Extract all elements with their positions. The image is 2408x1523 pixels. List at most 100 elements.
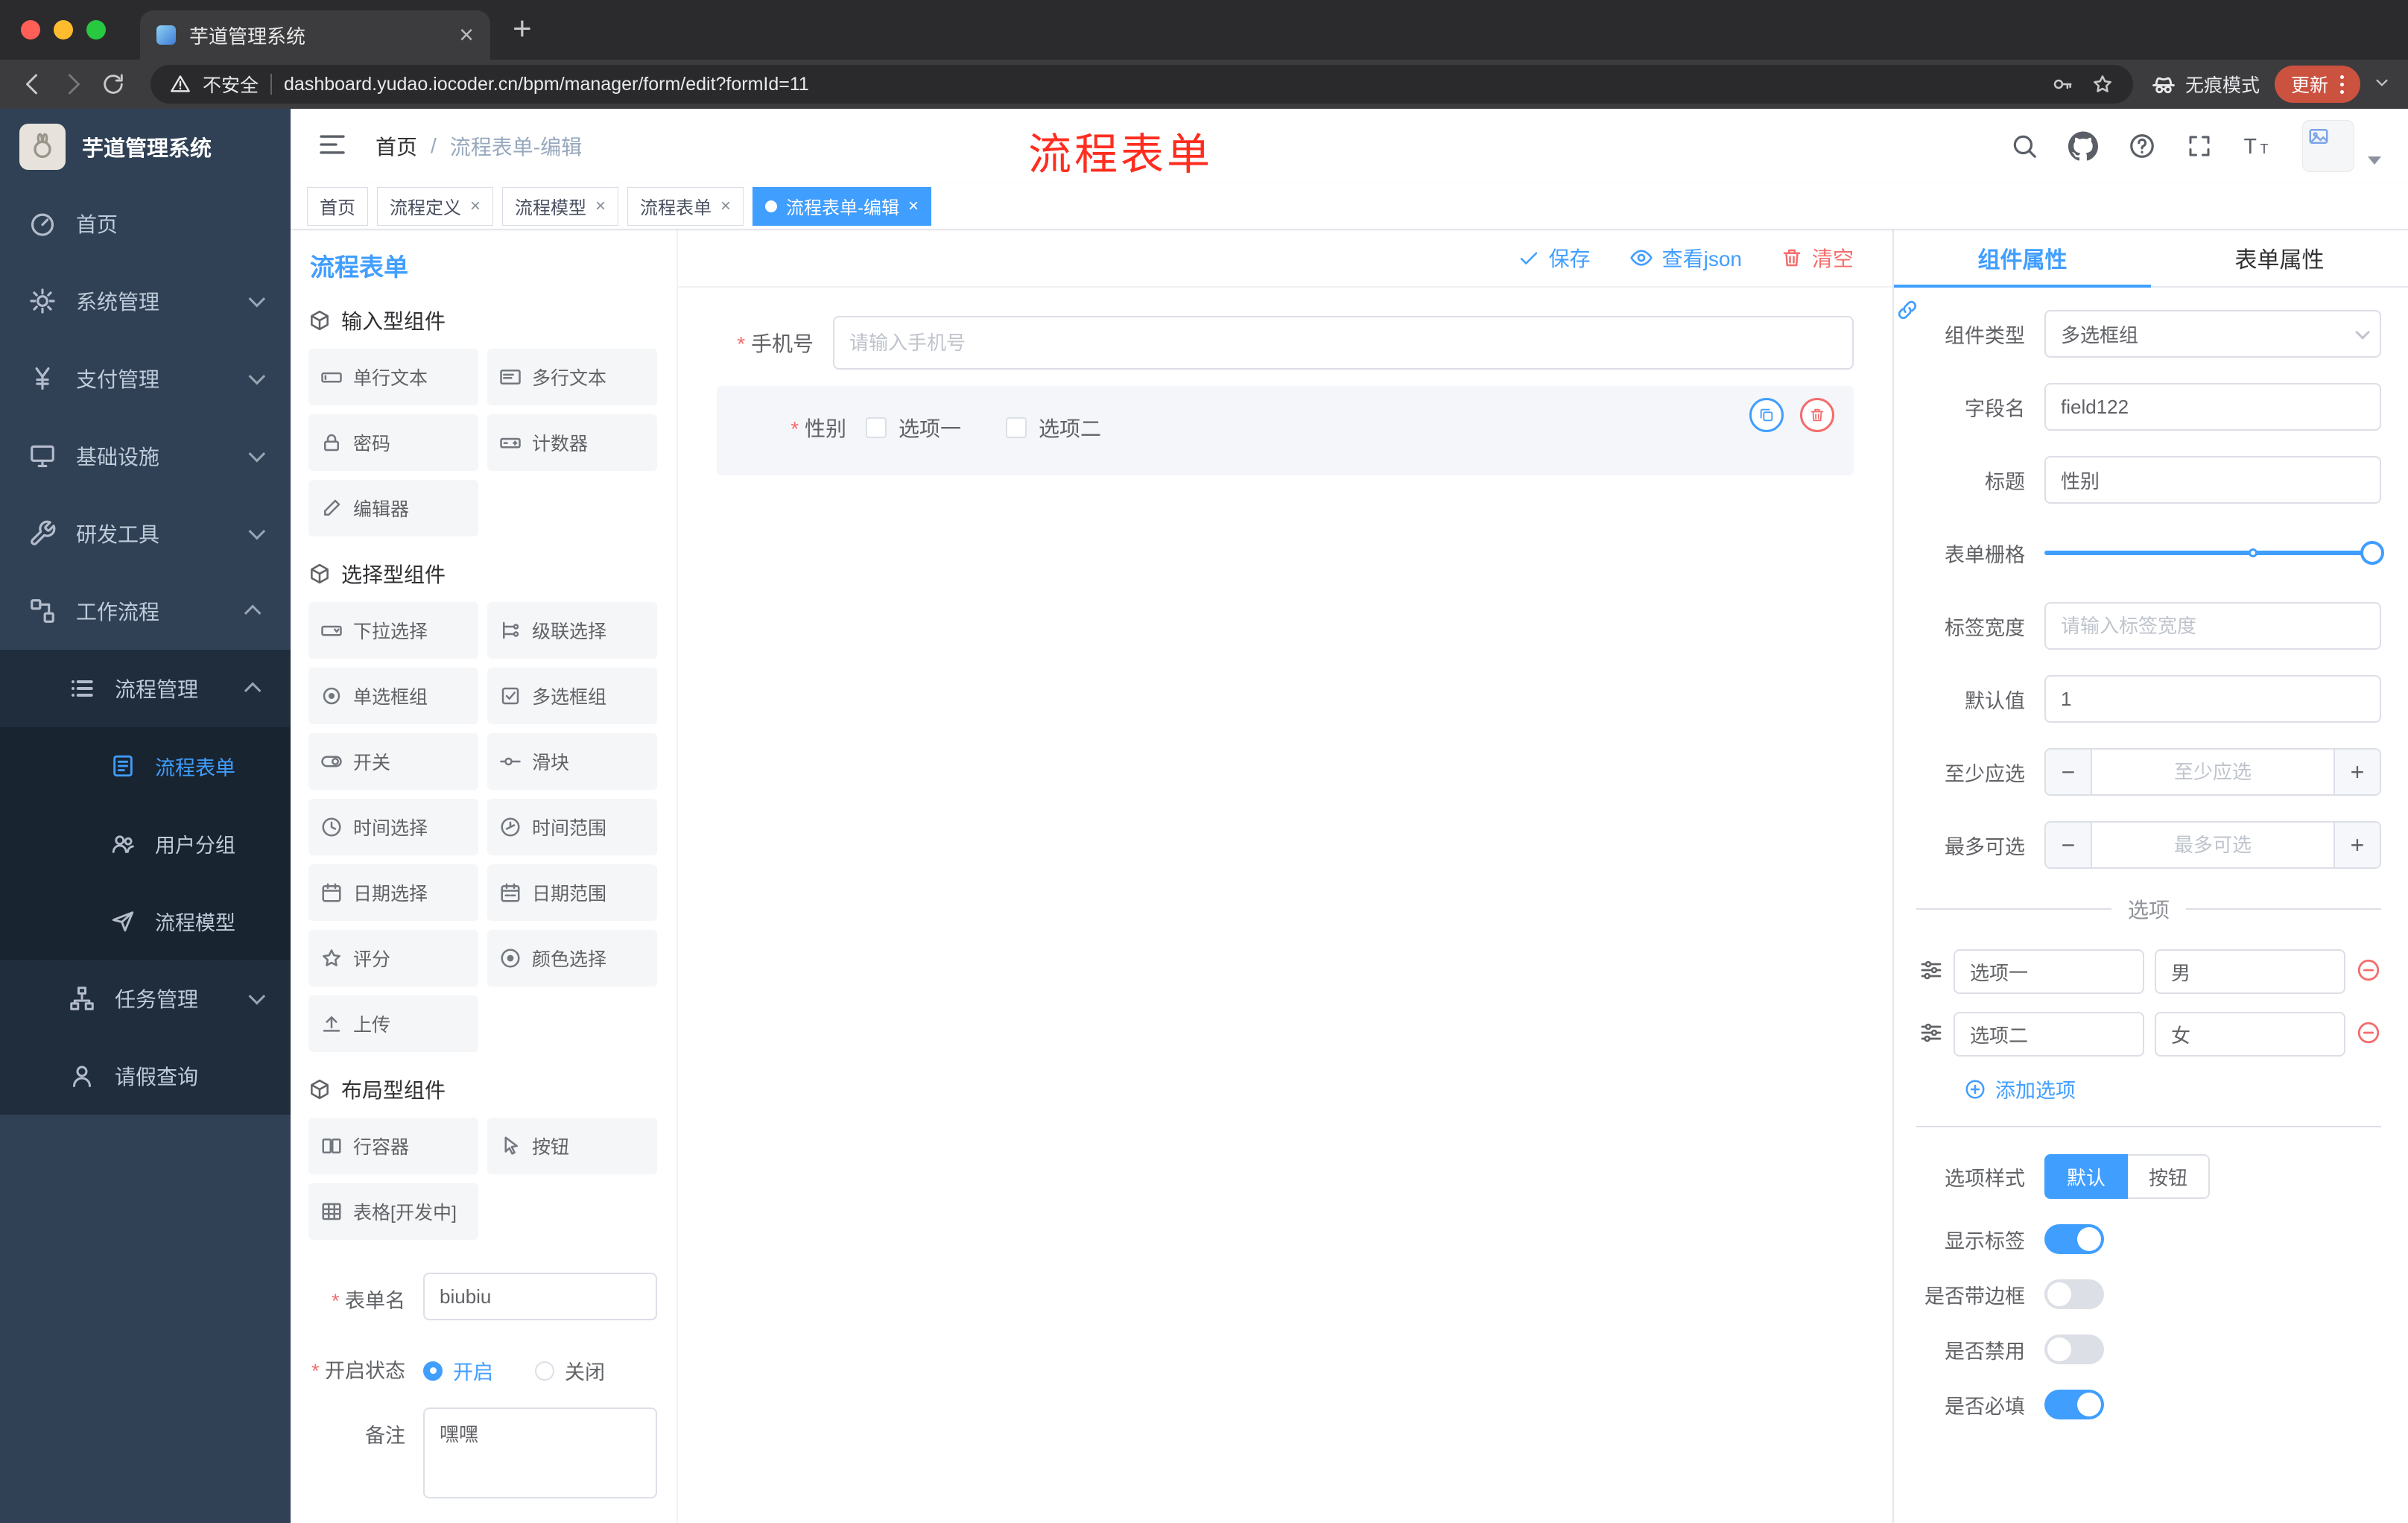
status-on-radio[interactable]: 开启	[423, 1356, 493, 1385]
link-icon[interactable]	[1895, 298, 1919, 326]
palette-item-date-picker[interactable]: 日期选择	[308, 864, 478, 921]
palette-item-checkbox-group[interactable]: 多选框组	[487, 668, 657, 724]
sidebar-item-process-model[interactable]: 流程模型	[0, 882, 291, 960]
title-input[interactable]	[2044, 456, 2381, 504]
sidebar-item-devtools[interactable]: 研发工具	[0, 495, 291, 572]
window-close-button[interactable]	[21, 20, 40, 39]
update-button[interactable]: 更新	[2274, 66, 2360, 103]
minus-button[interactable]: −	[2046, 823, 2092, 867]
palette-item-time-range[interactable]: 时间范围	[487, 799, 657, 855]
copy-component-button[interactable]	[1749, 398, 1784, 432]
status-off-radio[interactable]: 关闭	[535, 1356, 605, 1385]
tab-component-props[interactable]: 组件属性	[1894, 229, 2151, 288]
min-select-input[interactable]	[2092, 750, 2333, 794]
default-value-input[interactable]	[2044, 675, 2381, 723]
palette-item-button[interactable]: 按钮	[487, 1118, 657, 1174]
window-minimize-button[interactable]	[54, 20, 73, 39]
palette-item-switch[interactable]: 开关	[308, 733, 478, 790]
gender-field-block[interactable]: 性别 选项一 选项二	[717, 386, 1854, 475]
with-border-switch[interactable]	[2044, 1279, 2104, 1309]
required-switch[interactable]	[2044, 1390, 2104, 1419]
sidebar-item-infra[interactable]: 基础设施	[0, 417, 291, 495]
style-button-button[interactable]: 按钮	[2128, 1154, 2211, 1199]
tag-close-icon[interactable]: ×	[470, 196, 481, 217]
tag-close-icon[interactable]: ×	[595, 196, 606, 217]
palette-item-row-container[interactable]: 行容器	[308, 1118, 478, 1174]
palette-item-slider[interactable]: 滑块	[487, 733, 657, 790]
sidebar-item-workflow[interactable]: 工作流程	[0, 572, 291, 650]
new-tab-button[interactable]: +	[513, 4, 532, 54]
delete-component-button[interactable]	[1800, 398, 1834, 432]
slider-handle[interactable]	[2360, 541, 2384, 565]
github-icon[interactable]	[2068, 131, 2098, 161]
palette-item-select[interactable]: 下拉选择	[308, 602, 478, 659]
clear-button[interactable]: 清空	[1781, 243, 1854, 273]
tag-process-model[interactable]: 流程模型 ×	[502, 186, 619, 226]
form-remark-textarea[interactable]: 嘿嘿	[423, 1408, 657, 1498]
tag-process-form[interactable]: 流程表单 ×	[627, 186, 744, 226]
label-width-input[interactable]	[2044, 602, 2381, 650]
password-key-icon[interactable]	[2051, 73, 2073, 95]
sidebar-item-home[interactable]: 首页	[0, 185, 291, 262]
palette-item-textarea[interactable]: 多行文本	[487, 349, 657, 405]
bookmark-star-icon[interactable]	[2091, 73, 2114, 95]
gender-option1-checkbox[interactable]: 选项一	[866, 413, 961, 443]
sidebar-item-leave-query[interactable]: 请假查询	[0, 1037, 291, 1115]
drag-handle-icon[interactable]	[1919, 958, 1943, 986]
field-name-input[interactable]	[2044, 383, 2381, 431]
sidebar-item-user-group[interactable]: 用户分组	[0, 805, 291, 882]
palette-item-input[interactable]: 单行文本	[308, 349, 478, 405]
tag-home[interactable]: 首页	[307, 186, 368, 226]
form-grid-slider[interactable]	[2044, 529, 2384, 577]
sidebar-item-system[interactable]: 系统管理	[0, 262, 291, 340]
form-name-input[interactable]	[423, 1273, 657, 1320]
help-icon[interactable]	[2128, 132, 2156, 160]
sidebar-item-process-mgmt[interactable]: 流程管理	[0, 650, 291, 727]
address-bar[interactable]: 不安全 dashboard.yudao.iocoder.cn/bpm/manag…	[150, 65, 2133, 104]
sidebar-toggle-icon[interactable]	[317, 130, 347, 163]
plus-button[interactable]: +	[2333, 823, 2380, 867]
back-icon[interactable]	[16, 68, 49, 101]
tag-process-form-edit[interactable]: 流程表单-编辑 ×	[752, 186, 932, 226]
palette-item-counter[interactable]: 计数器	[487, 414, 657, 471]
phone-input[interactable]	[833, 316, 1854, 370]
show-label-switch[interactable]	[2044, 1224, 2104, 1254]
tag-process-definition[interactable]: 流程定义 ×	[377, 186, 494, 226]
palette-item-editor[interactable]: 编辑器	[308, 480, 478, 536]
user-menu-caret-icon[interactable]	[2368, 156, 2381, 165]
remove-option-icon[interactable]	[2356, 957, 2381, 987]
tab-close-icon[interactable]: ×	[459, 22, 474, 48]
palette-item-password[interactable]: 密码	[308, 414, 478, 471]
palette-item-date-range[interactable]: 日期范围	[487, 864, 657, 921]
sidebar-item-payment[interactable]: 支付管理	[0, 340, 291, 417]
option-label-input[interactable]	[1954, 949, 2144, 994]
font-size-icon[interactable]: TT	[2243, 131, 2272, 161]
breadcrumb-home[interactable]: 首页	[376, 131, 417, 161]
window-zoom-button[interactable]	[86, 20, 106, 39]
search-icon[interactable]	[2010, 132, 2038, 160]
tab-form-props[interactable]: 表单属性	[2151, 229, 2408, 286]
tag-close-icon[interactable]: ×	[908, 196, 919, 217]
palette-item-color-picker[interactable]: 颜色选择	[487, 930, 657, 987]
disabled-switch[interactable]	[2044, 1334, 2104, 1364]
style-default-button[interactable]: 默认	[2044, 1154, 2129, 1199]
option-value-input[interactable]	[2155, 949, 2345, 994]
max-select-input[interactable]	[2092, 823, 2333, 867]
user-avatar[interactable]	[2302, 120, 2354, 172]
remove-option-icon[interactable]	[2356, 1020, 2381, 1049]
view-json-button[interactable]: 查看json	[1629, 243, 1742, 273]
gender-option2-checkbox[interactable]: 选项二	[1006, 413, 1101, 443]
add-option-button[interactable]: 添加选项	[1964, 1074, 2381, 1104]
option-label-input[interactable]	[1954, 1012, 2144, 1057]
phone-field-row[interactable]: 手机号	[717, 316, 1854, 370]
browser-tab[interactable]: 芋道管理系统 ×	[140, 10, 490, 60]
reload-icon[interactable]	[97, 68, 130, 101]
forward-icon[interactable]	[57, 68, 89, 101]
save-button[interactable]: 保存	[1518, 243, 1591, 273]
palette-item-cascader[interactable]: 级联选择	[487, 602, 657, 659]
palette-item-time-picker[interactable]: 时间选择	[308, 799, 478, 855]
minus-button[interactable]: −	[2046, 750, 2092, 794]
component-type-select[interactable]	[2044, 310, 2381, 358]
fullscreen-icon[interactable]	[2186, 133, 2213, 159]
palette-item-table[interactable]: 表格[开发中]	[308, 1183, 478, 1240]
